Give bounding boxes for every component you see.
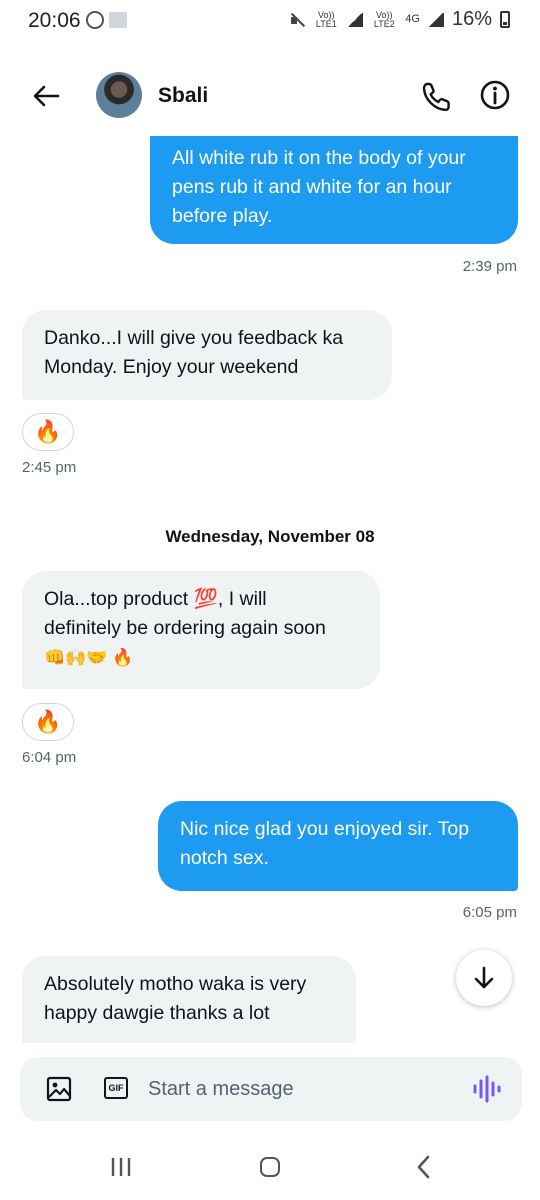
fire-emoji-icon: 🔥 (34, 709, 62, 734)
image-icon[interactable] (46, 1076, 72, 1102)
message-line: Absolutely motho waka is very (44, 973, 307, 995)
scroll-to-bottom-button[interactable] (456, 950, 512, 1006)
fire-emoji-icon: 🔥 (34, 419, 62, 444)
home-icon[interactable] (260, 1157, 280, 1177)
message-line: Nic nice glad you enjoyed sir. Top (180, 818, 470, 840)
info-icon[interactable] (478, 78, 512, 112)
message-composer: GIF (20, 1057, 522, 1121)
voice-icon[interactable] (472, 1075, 502, 1103)
phone-icon[interactable] (420, 80, 454, 114)
nav-back-icon[interactable] (414, 1155, 434, 1179)
message-line: pens rub it and white for an hour (172, 176, 452, 198)
message-line: 👊🙌🤝 🔥 (44, 648, 134, 667)
contact-name[interactable]: Sbali (158, 84, 208, 108)
message-bubble-incoming[interactable]: Danko...I will give you feedback ka Mond… (22, 310, 392, 400)
message-line: All white rub it on the body of your (172, 147, 466, 169)
message-reaction[interactable]: 🔥 (22, 413, 74, 451)
status-time: 20:06 (28, 9, 81, 32)
gallery-notification-icon (109, 12, 127, 28)
message-line: Ola...top product 💯, I will (44, 588, 267, 610)
date-separator: Wednesday, November 08 (165, 527, 375, 546)
signal-icon (427, 12, 444, 27)
composer-bar: GIF (0, 1043, 540, 1133)
message-line: Monday. Enjoy your weekend (44, 356, 299, 378)
status-bar: 20:06 Vo)) LTE1 Vo)) LTE2 4G 16% (0, 0, 540, 44)
conversation-header: Sbali (0, 58, 540, 138)
scroll-down-icon (474, 966, 494, 989)
message-line: notch sex. (180, 847, 269, 869)
message-line: happy dawgie thanks a lot (44, 1002, 270, 1024)
message-bubble-incoming[interactable]: Absolutely motho waka is very happy dawg… (22, 956, 356, 1043)
back-arrow-icon[interactable] (30, 80, 62, 112)
signal-icon (347, 12, 364, 27)
message-bubble-outgoing[interactable]: All white rub it on the body of your pen… (150, 136, 518, 244)
whatsapp-notification-icon (86, 11, 104, 29)
network-type: 4G (405, 13, 420, 25)
message-bubble-incoming[interactable]: Ola...top product 💯, I will definitely b… (22, 571, 380, 689)
message-line: definitely be ordering again soon (44, 617, 326, 639)
message-timestamp: 2:45 pm (22, 459, 77, 476)
recent-apps-icon[interactable] (110, 1157, 132, 1177)
message-timestamp: 2:39 pm (462, 258, 517, 275)
mute-icon (289, 12, 305, 28)
sim1-label: Vo)) LTE1 (315, 9, 337, 29)
system-navigation-bar (0, 1133, 540, 1200)
gif-icon[interactable]: GIF (104, 1077, 128, 1099)
message-line: before play. (172, 205, 273, 227)
sim2-label: Vo)) LTE2 (373, 9, 395, 29)
message-reaction[interactable]: 🔥 (22, 703, 74, 741)
message-input[interactable] (148, 1075, 448, 1103)
avatar[interactable] (96, 72, 142, 118)
message-line: Danko...I will give you feedback ka (44, 327, 344, 349)
message-bubble-outgoing[interactable]: Nic nice glad you enjoyed sir. Top notch… (158, 801, 518, 891)
message-timestamp: 6:04 pm (22, 749, 77, 766)
battery-percent: 16% (451, 8, 492, 30)
battery-icon (500, 11, 510, 28)
message-timestamp: 6:05 pm (462, 904, 517, 921)
